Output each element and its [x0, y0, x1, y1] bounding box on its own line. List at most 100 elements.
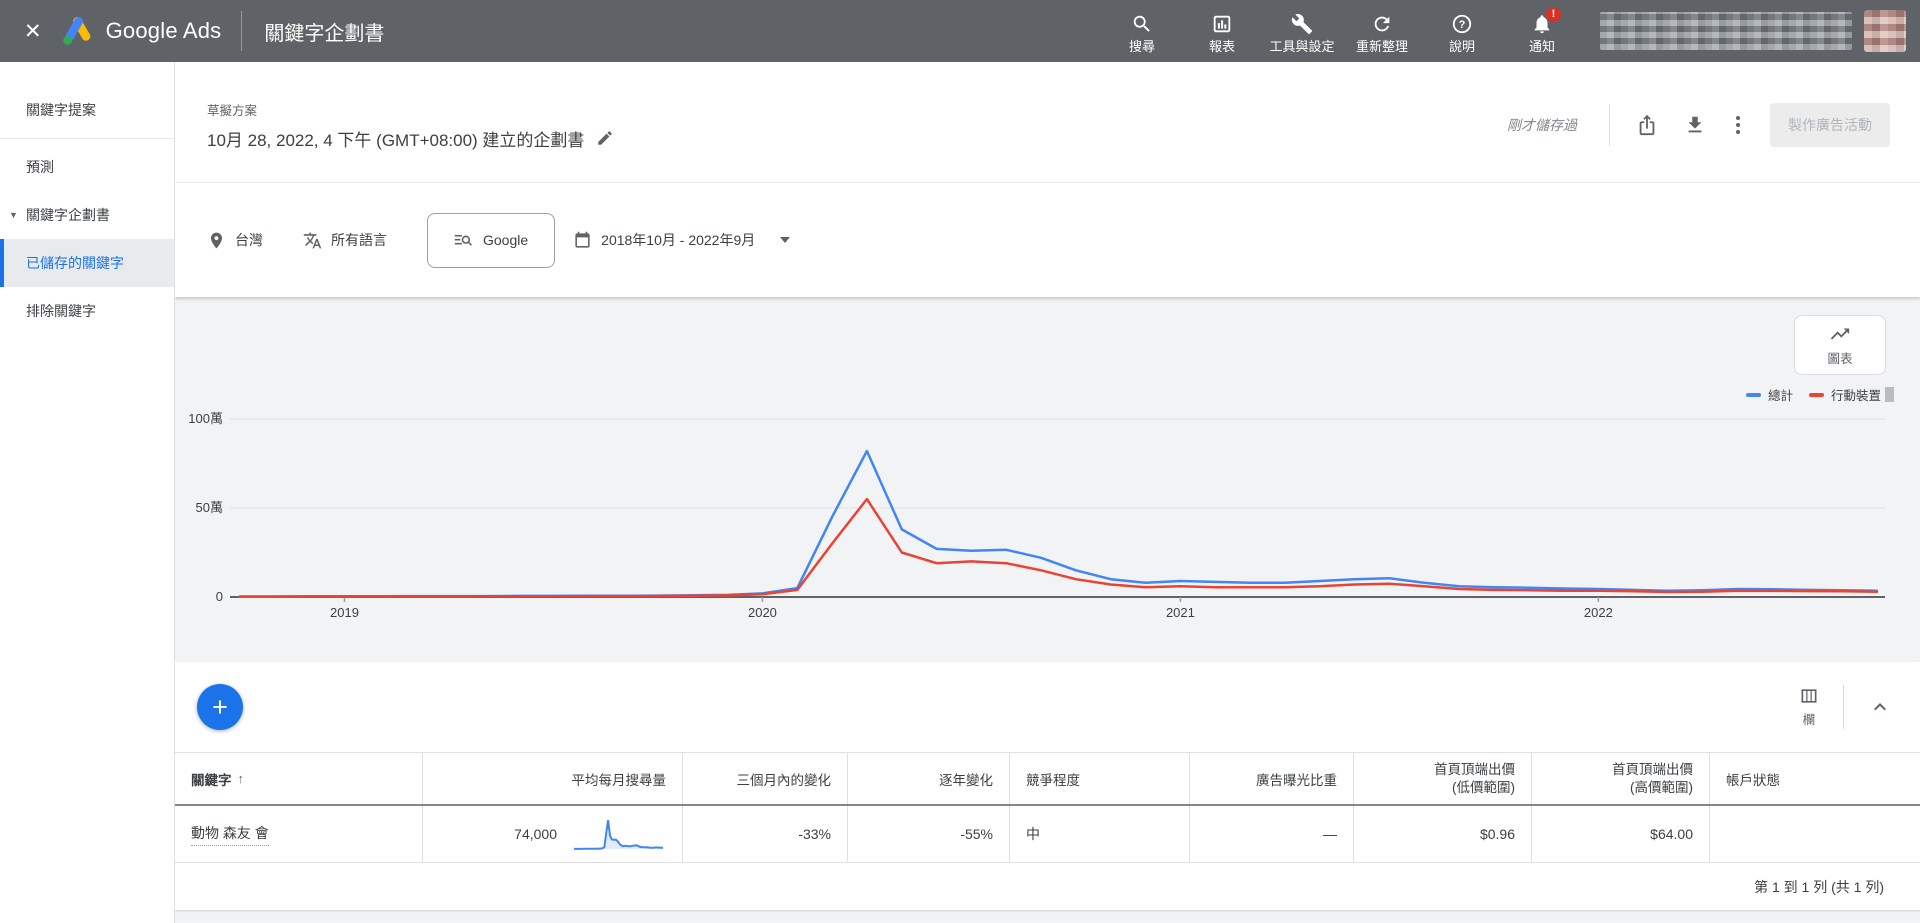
- header-account-status[interactable]: 帳戶狀態: [1709, 753, 1920, 804]
- cell-top-bid-low: $0.96: [1353, 806, 1531, 862]
- svg-text:100萬: 100萬: [188, 411, 223, 426]
- sidebar-item-keyword-plan[interactable]: ▼ 關鍵字企劃書: [0, 191, 174, 239]
- network-filter[interactable]: Google: [427, 213, 555, 268]
- nav-label: 通知: [1529, 39, 1555, 54]
- main-content: 草擬方案 10月 28, 2022, 4 下午 (GMT+08:00) 建立的企…: [175, 62, 1920, 923]
- svg-text:2020: 2020: [748, 605, 777, 620]
- keywords-table-card: + 欄 關鍵字 ↑ 平均每月搜尋量 三個: [175, 662, 1920, 910]
- network-value: Google: [483, 232, 528, 248]
- plan-type-label: 草擬方案: [207, 100, 614, 119]
- searches-value: 74,000: [514, 826, 557, 842]
- header-yoy-change[interactable]: 逐年變化: [847, 753, 1009, 804]
- google-ads-logo[interactable]: Google Ads: [62, 16, 242, 46]
- cell-three-month-change: -33%: [682, 806, 847, 862]
- svg-text:2019: 2019: [330, 605, 359, 620]
- location-value: 台灣: [235, 230, 263, 250]
- sidebar-divider: [0, 138, 174, 139]
- saved-status: 剛才儲存過: [1507, 115, 1577, 135]
- cell-ad-impression-share: —: [1189, 806, 1353, 862]
- cell-competition: 中: [1009, 806, 1189, 862]
- sidebar-item-saved-keywords[interactable]: 已儲存的關鍵字: [0, 239, 174, 287]
- calendar-icon: [573, 231, 592, 250]
- keyword-link[interactable]: 動物 森友 會: [191, 823, 269, 846]
- header-top-bid-high[interactable]: 首頁頂端出價 (高價範圍): [1531, 753, 1709, 804]
- create-campaign-button[interactable]: 製作廣告活動: [1770, 103, 1890, 147]
- translate-icon: [303, 231, 322, 250]
- nav-label: 說明: [1449, 39, 1475, 54]
- header-top-bid-low[interactable]: 首頁頂端出價 (低價範圍): [1353, 753, 1531, 804]
- svg-text:0: 0: [216, 589, 223, 604]
- cell-top-bid-high: $64.00: [1531, 806, 1709, 862]
- chart-section: 圖表 總計 行動裝置 050萬100萬2019202020212022: [175, 297, 1920, 662]
- header-competition[interactable]: 競爭程度: [1009, 753, 1189, 804]
- location-pin-icon: [207, 231, 226, 250]
- language-value: 所有語言: [331, 230, 387, 250]
- location-filter[interactable]: 台灣: [207, 230, 263, 250]
- notifications-button[interactable]: ! 通知: [1502, 9, 1582, 54]
- help-icon: ?: [1451, 13, 1473, 35]
- sidebar: 關鍵字提案 預測 ▼ 關鍵字企劃書 已儲存的關鍵字 排除關鍵字: [0, 62, 175, 923]
- google-ads-logo-icon: [62, 16, 94, 46]
- plan-header: 草擬方案 10月 28, 2022, 4 下午 (GMT+08:00) 建立的企…: [175, 62, 1920, 182]
- sidebar-item-label: 關鍵字企劃書: [26, 205, 110, 225]
- pagination-text: 第 1 到 1 列 (共 1 列): [1754, 877, 1884, 897]
- chart-toggle-button[interactable]: 圖表: [1794, 315, 1886, 375]
- header-avg-monthly-searches[interactable]: 平均每月搜尋量: [422, 753, 682, 804]
- language-filter[interactable]: 所有語言: [303, 230, 387, 250]
- legend-swatch-total: [1746, 393, 1761, 397]
- nav-label: 工具與設定: [1269, 39, 1334, 54]
- date-range-filter[interactable]: 2018年10月 - 2022年9月: [573, 230, 790, 250]
- account-info-redacted[interactable]: [1600, 12, 1852, 50]
- columns-button[interactable]: 欄: [1799, 686, 1819, 728]
- header-ad-impression-share[interactable]: 廣告曝光比重: [1189, 753, 1353, 804]
- download-button[interactable]: [1684, 114, 1706, 136]
- header-keyword[interactable]: 關鍵字 ↑: [175, 753, 422, 804]
- nav-label: 報表: [1209, 39, 1235, 54]
- cell-keyword: 動物 森友 會: [175, 806, 422, 862]
- sidebar-item-negative-keywords[interactable]: 排除關鍵字: [0, 287, 174, 335]
- avatar[interactable]: [1864, 10, 1906, 52]
- table-footer: 第 1 到 1 列 (共 1 列): [175, 862, 1920, 910]
- close-icon[interactable]: ✕: [0, 19, 62, 44]
- collapse-table-button[interactable]: [1868, 695, 1892, 719]
- expand-arrow-icon: ▼: [9, 210, 18, 220]
- reports-button[interactable]: 報表: [1182, 9, 1262, 54]
- header-three-month-change[interactable]: 三個月內的變化: [682, 753, 847, 804]
- chevron-down-icon: [780, 237, 790, 243]
- date-range-value: 2018年10月 - 2022年9月: [601, 230, 755, 250]
- download-icon: [1684, 114, 1706, 136]
- refresh-button[interactable]: 重新整理: [1342, 9, 1422, 54]
- help-button[interactable]: ? 說明: [1422, 9, 1502, 54]
- tools-settings-icon: [1291, 13, 1313, 35]
- sidebar-item-label: 排除關鍵字: [26, 301, 96, 321]
- tools-settings-button[interactable]: 工具與設定: [1262, 9, 1342, 54]
- more-options-button[interactable]: [1732, 112, 1744, 138]
- sidebar-item-forecast[interactable]: 預測: [0, 143, 174, 191]
- refresh-icon: [1371, 13, 1393, 35]
- svg-text:2021: 2021: [1166, 605, 1195, 620]
- trend-chart: 050萬100萬2019202020212022: [175, 397, 1920, 627]
- plan-card: 草擬方案 10月 28, 2022, 4 下午 (GMT+08:00) 建立的企…: [175, 62, 1920, 297]
- share-button[interactable]: [1636, 114, 1658, 136]
- svg-text:?: ?: [1459, 19, 1466, 31]
- sidebar-item-label: 預測: [26, 157, 54, 177]
- topbar-nav: 搜尋 報表 工具與設定 重新整理 ? 說明 ! 通知: [1102, 9, 1582, 54]
- notification-badge: !: [1545, 6, 1562, 23]
- svg-text:50萬: 50萬: [196, 500, 223, 515]
- legend-swatch-mobile: [1809, 393, 1824, 397]
- filter-bar: 台灣 所有語言 Google 2018年10月 - 2022年9月: [175, 182, 1920, 297]
- cell-yoy-change: -55%: [847, 806, 1009, 862]
- sidebar-item-keyword-ideas[interactable]: 關鍵字提案: [0, 86, 174, 134]
- chart-toggle-label: 圖表: [1827, 348, 1852, 367]
- edit-plan-button[interactable]: [596, 129, 614, 147]
- add-keywords-button[interactable]: +: [197, 684, 243, 730]
- plan-title: 10月 28, 2022, 4 下午 (GMT+08:00) 建立的企劃書: [207, 126, 584, 151]
- share-icon: [1636, 114, 1658, 136]
- nav-label: 重新整理: [1356, 39, 1408, 54]
- search-network-icon: [454, 231, 473, 250]
- sidebar-item-label: 已儲存的關鍵字: [26, 253, 124, 273]
- table-toolbar: + 欄: [175, 662, 1920, 752]
- chevron-up-icon: [1868, 695, 1892, 719]
- search-button[interactable]: 搜尋: [1102, 9, 1182, 54]
- search-trend-sparkline: [571, 816, 666, 852]
